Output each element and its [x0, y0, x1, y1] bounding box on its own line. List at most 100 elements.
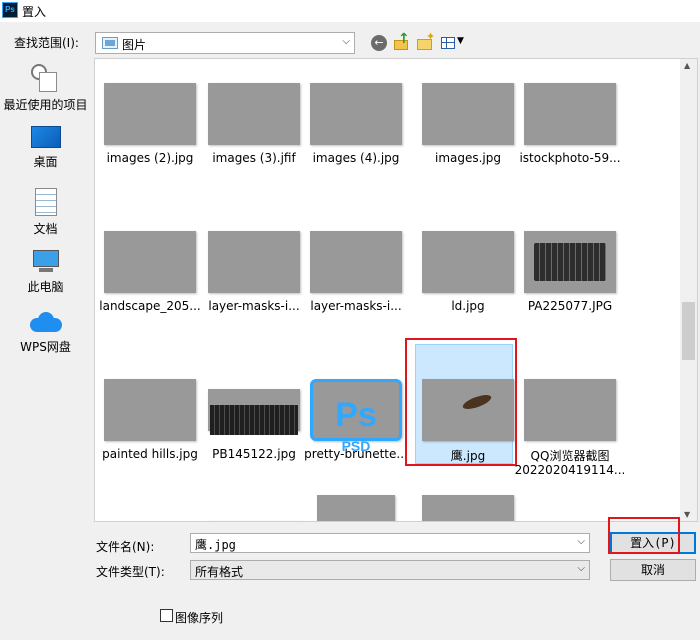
file-name: ld.jpg	[451, 299, 485, 313]
cancel-button[interactable]: 取消	[610, 559, 696, 581]
place-wps-cloud[interactable]: WPS网盘	[0, 312, 91, 355]
folder-icon	[102, 37, 118, 49]
file-item[interactable]: landscape_205...	[95, 231, 205, 361]
sparkle-icon: ✦	[426, 30, 436, 43]
thumbnail	[310, 83, 402, 145]
up-folder-button[interactable]: ↑	[392, 31, 412, 53]
thumbnail	[104, 83, 196, 145]
places-bar: 最近使用的项目 桌面 文档 此电脑 WPS网盘	[0, 58, 91, 598]
vertical-scrollbar[interactable]: ▲ ▼	[680, 59, 697, 521]
filename-value: 鹰.jpg	[195, 538, 236, 552]
file-name: landscape_205...	[99, 299, 201, 313]
thumbnail	[422, 231, 514, 293]
file-item[interactable]: Ps PSD pretty-brunette...	[301, 379, 411, 509]
file-name: PB145122.jpg	[212, 447, 296, 461]
file-name: painted hills.jpg	[102, 447, 198, 461]
image-sequence-label: 图像序列	[175, 611, 224, 625]
file-item[interactable]: images (3).jfif	[199, 83, 309, 213]
thumbnail	[422, 83, 514, 145]
thumbnail	[422, 495, 514, 521]
file-name: istockphoto-59...	[519, 151, 621, 165]
file-name: PA225077.JPG	[527, 299, 613, 313]
annotation-highlight	[405, 338, 517, 466]
recent-icon	[30, 64, 61, 92]
up-arrow-icon: ↑	[398, 31, 410, 47]
file-item[interactable]: images.jpg	[413, 83, 523, 213]
scroll-down-icon[interactable]: ▼	[684, 510, 690, 519]
chevron-down-icon: ⌵	[577, 563, 585, 574]
back-button[interactable]: ←	[369, 33, 389, 53]
file-item[interactable]: layer-masks-i...	[301, 231, 411, 361]
psd-file-icon: Ps PSD	[310, 379, 402, 454]
file-name: images (3).jfif	[212, 151, 296, 165]
file-item[interactable]: PA225077.JPG	[515, 231, 625, 361]
file-item[interactable]	[413, 495, 523, 521]
desktop-icon	[30, 126, 61, 148]
computer-icon	[31, 250, 61, 274]
place-this-pc[interactable]: 此电脑	[0, 250, 91, 295]
chevron-down-icon[interactable]: ⌵	[577, 536, 585, 547]
file-name: images (4).jpg	[312, 151, 400, 165]
file-item[interactable]: PB145122.jpg	[199, 379, 309, 509]
title-bar: Ps 置入	[0, 0, 700, 22]
image-sequence-checkbox[interactable]	[160, 609, 173, 622]
place-label: 此电脑	[27, 280, 64, 294]
thumbnail	[104, 231, 196, 293]
file-item[interactable]: layer-masks-i...	[199, 231, 309, 361]
scroll-up-icon[interactable]: ▲	[684, 61, 690, 70]
psd-icon-ps-text: Ps	[335, 396, 377, 434]
thumbnail	[524, 379, 616, 441]
filename-input[interactable]: 鹰.jpg ⌵	[190, 533, 590, 553]
place-label: 最近使用的项目	[3, 98, 88, 112]
file-name: layer-masks-i...	[208, 299, 300, 313]
back-arrow-icon: ←	[371, 35, 387, 51]
file-name: pretty-brunette...	[304, 447, 408, 461]
filetype-value: 所有格式	[195, 565, 244, 579]
cloud-icon	[29, 312, 62, 332]
file-item[interactable]	[199, 495, 309, 522]
file-item[interactable]: istockphoto-59...	[515, 83, 625, 213]
place-label: 文档	[33, 222, 58, 236]
new-folder-button[interactable]: ✦	[415, 30, 436, 53]
file-name: layer-masks-i...	[310, 299, 402, 313]
thumbnail	[208, 231, 300, 293]
scroll-thumb[interactable]	[682, 302, 695, 360]
window-title: 置入	[22, 5, 47, 19]
place-label: 桌面	[33, 155, 58, 169]
place-desktop[interactable]: 桌面	[0, 126, 91, 170]
annotation-highlight	[608, 517, 680, 554]
thumbnail	[310, 231, 402, 293]
filetype-label: 文件类型(T):	[96, 565, 165, 579]
thumbnail	[208, 521, 300, 522]
place-documents[interactable]: 文档	[0, 188, 91, 237]
file-name-line2: 2022020419114...	[514, 463, 626, 477]
file-name: QQ浏览器截图	[530, 449, 610, 463]
dropdown-arrow-icon: ▼	[457, 36, 464, 46]
file-item[interactable]: painted hills.jpg	[95, 379, 205, 509]
filename-label: 文件名(N):	[96, 540, 155, 554]
file-item[interactable]: QQ浏览器截图 2022020419114...	[515, 379, 625, 509]
thumbnail	[317, 495, 395, 521]
thumbnail	[524, 83, 616, 145]
place-recent[interactable]: 最近使用的项目	[0, 64, 91, 113]
place-label: WPS网盘	[20, 340, 71, 354]
file-item[interactable]: images (4).jpg	[301, 83, 411, 213]
look-in-dropdown[interactable]: 图片 ⌵	[95, 32, 355, 54]
file-item[interactable]: images (2).jpg	[95, 83, 205, 213]
file-list[interactable]: images (2).jpg images (3).jfif images (4…	[94, 58, 698, 522]
thumbnail	[524, 231, 616, 293]
thumbnail	[104, 379, 196, 441]
file-name: images (2).jpg	[106, 151, 194, 165]
thumbnail	[208, 389, 300, 435]
filetype-select[interactable]: 所有格式 ⌵	[190, 560, 590, 580]
chevron-down-icon: ⌵	[342, 36, 350, 47]
photoshop-icon: Ps	[2, 2, 18, 18]
look-in-label: 查找范围(I):	[14, 36, 79, 50]
thumbnail	[208, 83, 300, 145]
view-menu-button[interactable]: ▼	[440, 33, 466, 53]
look-in-value: 图片	[122, 38, 147, 52]
documents-icon	[34, 188, 57, 216]
file-name: images.jpg	[434, 151, 501, 165]
view-grid-icon	[441, 37, 455, 49]
file-item[interactable]	[301, 495, 411, 521]
